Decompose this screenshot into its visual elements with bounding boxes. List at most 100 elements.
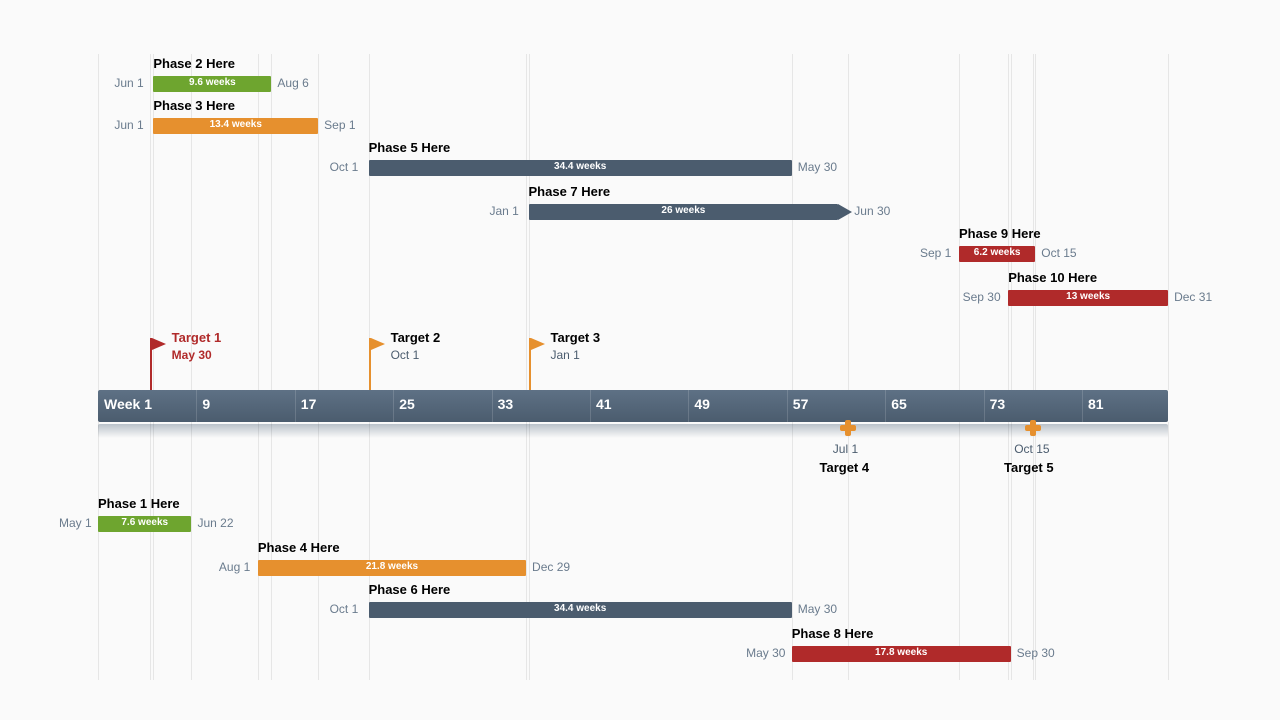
phase-title: Phase 10 Here (1008, 270, 1097, 285)
gridline (526, 422, 527, 680)
gridline (1011, 54, 1012, 390)
phase-end-date: Sep 1 (324, 118, 355, 132)
axis-tick-line (393, 390, 394, 422)
phase-duration: 13 weeks (1008, 291, 1168, 302)
gridline (526, 54, 527, 390)
gridline (98, 422, 99, 680)
phase-end-date: May 30 (798, 602, 837, 616)
phase-duration: 21.8 weeks (258, 561, 526, 572)
axis-tick: 9 (202, 396, 210, 412)
phase-bar: 34.4 weeks (369, 602, 792, 618)
phase-end-date: Dec 31 (1174, 290, 1212, 304)
axis-tick-line (688, 390, 689, 422)
axis-tick: 49 (694, 396, 710, 412)
phase-bar: 13.4 weeks (153, 118, 318, 134)
axis-tick: 65 (891, 396, 907, 412)
phase-start-date: Jan 1 (490, 204, 519, 218)
milestone-date: Oct 15 (1014, 442, 1049, 456)
phase-duration: 6.2 weeks (959, 247, 1035, 258)
phase-title: Phase 3 Here (153, 98, 235, 113)
axis-tick: 57 (793, 396, 809, 412)
axis-tick: 81 (1088, 396, 1104, 412)
milestone-date: Jul 1 (833, 442, 858, 456)
axis-tick: 41 (596, 396, 612, 412)
phase-end-date: Aug 6 (277, 76, 308, 90)
gridline (98, 54, 99, 390)
axis-tick-line (590, 390, 591, 422)
axis-tick-line (295, 390, 296, 422)
phase-end-date: Dec 29 (532, 560, 570, 574)
gridline (191, 422, 192, 680)
phase-start-date: Oct 1 (330, 602, 359, 616)
gridline (959, 54, 960, 390)
gantt-chart: Week 1 9 17 25 33 41 49 57 65 73 81 Phase 1 Here 7.6… (0, 0, 1280, 720)
flag-icon (531, 338, 545, 350)
phase-bar: 7.6 weeks (98, 516, 191, 532)
milestone-date: May 30 (172, 348, 212, 362)
phase-start-date: May 30 (746, 646, 785, 660)
phase-title: Phase 7 Here (529, 184, 611, 199)
phase-duration: 34.4 weeks (369, 603, 792, 614)
gridline (1035, 54, 1036, 390)
phase-end-date: Sep 30 (1017, 646, 1055, 660)
flag-icon (152, 338, 166, 350)
gridline (1033, 54, 1034, 390)
milestone-title: Target 3 (551, 330, 601, 345)
phase-bar: 13 weeks (1008, 290, 1168, 306)
milestone-title: Target 4 (820, 460, 870, 475)
axis-tick: 17 (301, 396, 317, 412)
phase-start-date: Aug 1 (219, 560, 250, 574)
phase-bar-arrow (838, 204, 852, 220)
phase-title: Phase 4 Here (258, 540, 340, 555)
phase-title: Phase 5 Here (369, 140, 451, 155)
phase-duration: 7.6 weeks (98, 517, 191, 528)
flag-icon (371, 338, 385, 350)
phase-end-date: Jun 30 (854, 204, 890, 218)
phase-bar: 21.8 weeks (258, 560, 526, 576)
phase-bar: 17.8 weeks (792, 646, 1011, 662)
phase-end-date: May 30 (798, 160, 837, 174)
phase-start-date: Sep 1 (920, 246, 951, 260)
timeline-axis (98, 390, 1168, 422)
phase-title: Phase 1 Here (98, 496, 180, 511)
milestone-title: Target 1 (172, 330, 222, 345)
axis-tick: 33 (498, 396, 514, 412)
gridline (848, 54, 849, 390)
phase-duration: 9.6 weeks (153, 77, 271, 88)
phase-bar: 34.4 weeks (369, 160, 792, 176)
gridline (959, 422, 960, 680)
milestone-title: Target 2 (391, 330, 441, 345)
axis-tick-line (787, 390, 788, 422)
phase-title: Phase 2 Here (153, 56, 235, 71)
phase-bar: 26 weeks (529, 204, 839, 220)
gridline (1168, 54, 1169, 390)
axis-tick: Week 1 (104, 396, 152, 412)
axis-tick-line (196, 390, 197, 422)
gridline (369, 422, 370, 680)
phase-duration: 17.8 weeks (792, 647, 1011, 658)
phase-start-date: Jun 1 (114, 118, 143, 132)
phase-start-date: May 1 (59, 516, 92, 530)
axis-tick-line (1082, 390, 1083, 422)
cross-icon (840, 420, 856, 436)
phase-start-date: Jun 1 (114, 76, 143, 90)
gridline (1008, 54, 1009, 390)
phase-start-date: Oct 1 (330, 160, 359, 174)
gridline (318, 54, 319, 390)
gridline (529, 422, 530, 680)
axis-tick: 25 (399, 396, 415, 412)
milestone-date: Oct 1 (391, 348, 420, 362)
gridline (271, 54, 272, 390)
phase-end-date: Jun 22 (197, 516, 233, 530)
gridline (792, 422, 793, 680)
phase-duration: 13.4 weeks (153, 119, 318, 130)
phase-title: Phase 8 Here (792, 626, 874, 641)
axis-tick-line (984, 390, 985, 422)
axis-tick-line (492, 390, 493, 422)
gridline (258, 54, 259, 390)
gridline (1168, 422, 1169, 680)
cross-icon (1025, 420, 1041, 436)
milestone-date: Jan 1 (551, 348, 580, 362)
axis-tick-line (885, 390, 886, 422)
axis-tick: 73 (990, 396, 1006, 412)
